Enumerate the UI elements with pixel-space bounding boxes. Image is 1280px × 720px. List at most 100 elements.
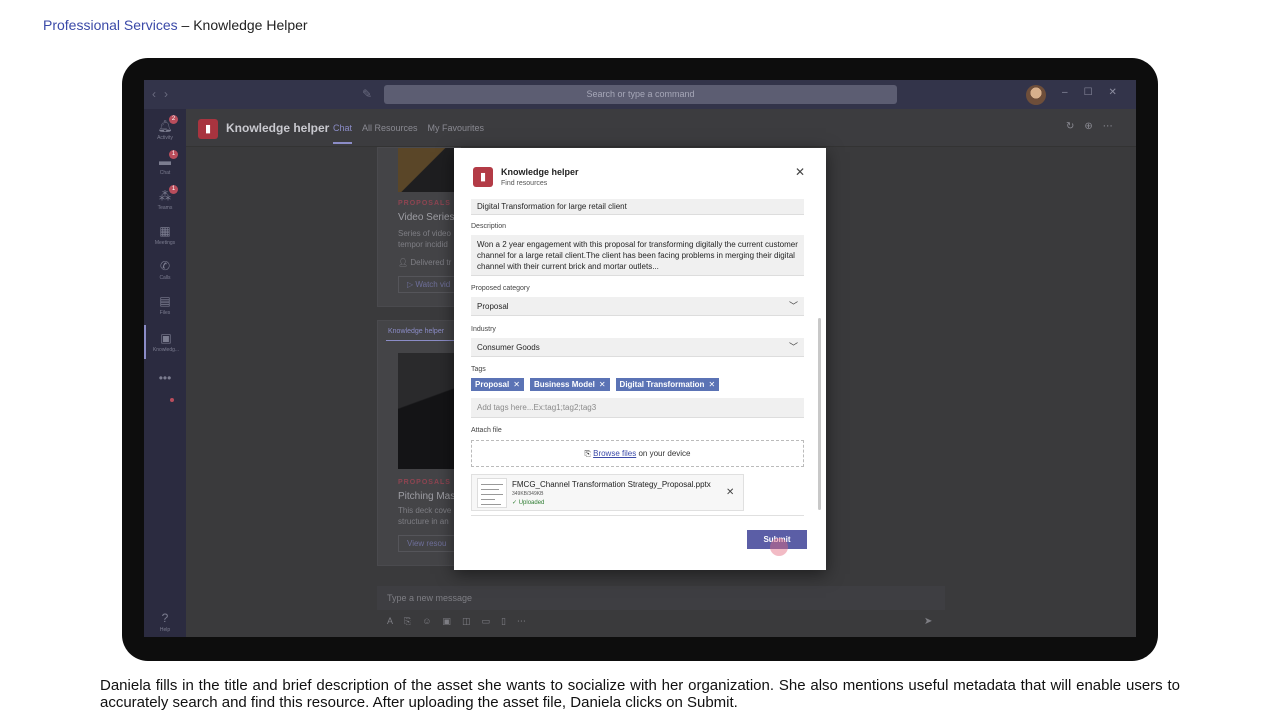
slide-heading: Professional Services – Knowledge Helper bbox=[43, 17, 308, 33]
upload-status-text: Uploaded bbox=[518, 500, 545, 506]
tag-chip[interactable]: Digital Transformation ✕ bbox=[615, 378, 720, 391]
rail-item-activity[interactable]: 🔔︎ Activity 2 bbox=[144, 113, 186, 147]
globe-icon[interactable]: ⊕ bbox=[1084, 121, 1092, 132]
file-size: 349KB/349KB bbox=[512, 491, 544, 497]
file-thumbnail bbox=[477, 478, 507, 508]
avatar[interactable] bbox=[1026, 85, 1046, 105]
tags-input[interactable]: Add tags here...Ex:tag1;tag2;tag3 bbox=[471, 398, 804, 418]
card-text: This deck cove bbox=[398, 506, 452, 515]
click-indicator bbox=[770, 538, 788, 556]
teams-icon: ⁂ bbox=[159, 189, 171, 203]
knowledge-icon: ▣ bbox=[160, 331, 172, 345]
maximize-icon[interactable]: ☐ bbox=[1084, 87, 1093, 98]
card-category: PROPOSALS bbox=[398, 479, 451, 486]
view-resource-button[interactable]: View resou bbox=[398, 535, 456, 552]
header-icons: ↻ ⊕ ⋯ bbox=[1066, 121, 1113, 132]
heading-label: – Knowledge Helper bbox=[177, 17, 308, 33]
category-select[interactable]: Proposal ﹀ bbox=[471, 297, 804, 316]
calendar-icon: ▦ bbox=[159, 224, 171, 238]
card-meta-text: Delivered tr bbox=[410, 258, 452, 267]
more-options-icon[interactable]: ⋯ bbox=[1103, 121, 1113, 132]
chevron-right-icon[interactable]: › bbox=[164, 87, 176, 101]
industry-select[interactable]: Consumer Goods ﹀ bbox=[471, 338, 804, 357]
phone-icon: ✆ bbox=[159, 259, 171, 273]
category-value: Proposal bbox=[477, 302, 509, 311]
card-text: Series of video bbox=[398, 229, 451, 238]
tag-chip[interactable]: Proposal ✕ bbox=[471, 378, 524, 391]
app-rail: 🔔︎ Activity 2 ▬ Chat 1 ⁂ Teams 1 ▦ Meeti… bbox=[144, 109, 186, 637]
attach-label: Attach file bbox=[471, 427, 502, 434]
rail-item-teams[interactable]: ⁂ Teams 1 bbox=[144, 183, 186, 217]
person-icon: 👤︎ bbox=[398, 258, 411, 267]
app-icon[interactable]: ▯ bbox=[501, 616, 506, 627]
notification-badge: 2 bbox=[169, 115, 178, 124]
help-button[interactable]: ? Help bbox=[144, 605, 186, 637]
more-icon[interactable]: ⋯ bbox=[517, 616, 526, 627]
window-controls: – ☐ ✕ bbox=[1062, 87, 1117, 98]
refresh-icon[interactable]: ↻ bbox=[1066, 121, 1074, 132]
description-field[interactable]: Won a 2 year engagement with this propos… bbox=[471, 235, 804, 276]
sticker-icon[interactable]: ◫ bbox=[462, 616, 471, 627]
card-thumbnail bbox=[398, 353, 458, 469]
message-input[interactable]: Type a new message bbox=[377, 586, 945, 610]
divider bbox=[471, 515, 804, 516]
industry-label: Industry bbox=[471, 326, 496, 333]
remove-file-icon[interactable]: ✕ bbox=[726, 487, 734, 498]
tag-list: Proposal ✕ Business Model ✕ Digital Transf… bbox=[471, 378, 720, 391]
browse-suffix: on your device bbox=[636, 449, 691, 458]
tab-all-resources[interactable]: All Resources bbox=[362, 123, 418, 144]
rail-label: Chat bbox=[159, 170, 171, 176]
chevron-left-icon[interactable]: ‹ bbox=[152, 87, 164, 101]
compose-icon[interactable]: ✎ bbox=[362, 87, 372, 101]
send-icon[interactable]: ➤ bbox=[924, 616, 932, 627]
file-dropzone[interactable]: ⎘ Browse files on your device bbox=[471, 440, 804, 467]
chevron-down-icon: ﹀ bbox=[788, 301, 798, 311]
nav-arrows[interactable]: ‹› bbox=[152, 87, 176, 101]
format-icon[interactable]: A bbox=[387, 616, 393, 627]
rail-item-chat[interactable]: ▬ Chat 1 bbox=[144, 148, 186, 182]
chevron-down-icon: ﹀ bbox=[788, 342, 798, 352]
rail-item-calls[interactable]: ✆ Calls bbox=[144, 253, 186, 287]
remove-tag-icon[interactable]: ✕ bbox=[513, 378, 520, 391]
remove-tag-icon[interactable]: ✕ bbox=[599, 378, 606, 391]
tab-chat[interactable]: Chat bbox=[333, 123, 353, 144]
app-tabs: Chat All Resources My Favourites bbox=[333, 123, 484, 144]
remove-tag-icon[interactable]: ✕ bbox=[708, 378, 715, 391]
resource-card: PROPOSALS Video Series: Series of video … bbox=[377, 147, 461, 307]
attach-icon[interactable]: ⎘ bbox=[404, 616, 411, 627]
scrollbar[interactable] bbox=[818, 318, 821, 510]
title-field[interactable]: Digital Transformation for large retail … bbox=[471, 199, 804, 215]
rail-item-files[interactable]: ▤ Files bbox=[144, 288, 186, 322]
search-input[interactable]: Search or type a command bbox=[384, 85, 897, 104]
button-label: Watch vid bbox=[415, 280, 451, 289]
card-category: PROPOSALS bbox=[398, 200, 451, 207]
file-icon: ▤ bbox=[159, 294, 171, 308]
browse-files-link[interactable]: Browse files bbox=[593, 449, 636, 458]
tab-my-favourites[interactable]: My Favourites bbox=[428, 123, 485, 144]
watch-video-button[interactable]: ▷ Watch vid bbox=[398, 276, 460, 293]
close-icon[interactable]: ✕ bbox=[795, 165, 805, 179]
card-text: tempor incidid bbox=[398, 240, 448, 249]
slide-caption: Daniela fills in the title and brief des… bbox=[100, 677, 1180, 711]
close-icon[interactable]: ✕ bbox=[1109, 87, 1117, 98]
rail-label: Teams bbox=[157, 205, 173, 211]
gif-icon[interactable]: ▣ bbox=[442, 616, 451, 627]
tag-chip[interactable]: Business Model ✕ bbox=[529, 378, 610, 391]
notification-dot bbox=[170, 398, 174, 402]
rail-item-knowledge[interactable]: ▣ Knowledg... bbox=[144, 325, 186, 359]
emoji-icon[interactable]: ☺ bbox=[422, 616, 431, 627]
app-logo-icon: ▮ bbox=[198, 119, 218, 139]
upload-status: ✓ Uploaded bbox=[512, 499, 544, 506]
meet-icon[interactable]: ▭ bbox=[481, 616, 490, 627]
rail-item-meetings[interactable]: ▦ Meetings bbox=[144, 218, 186, 252]
card-title: Pitching Mas bbox=[398, 491, 456, 502]
minimize-icon[interactable]: – bbox=[1062, 87, 1068, 98]
rail-label: Help bbox=[159, 627, 171, 633]
rail-label: Knowledg... bbox=[152, 347, 180, 353]
more-apps-button[interactable]: ••• bbox=[144, 365, 186, 399]
check-icon: ✓ bbox=[512, 500, 519, 506]
rail-label: Activity bbox=[157, 135, 173, 141]
resource-card: Knowledge helper PROPOSALS Pitching Mas … bbox=[377, 320, 462, 566]
app-logo-icon: ▮ bbox=[473, 167, 493, 187]
card-title: Video Series: bbox=[398, 212, 458, 223]
